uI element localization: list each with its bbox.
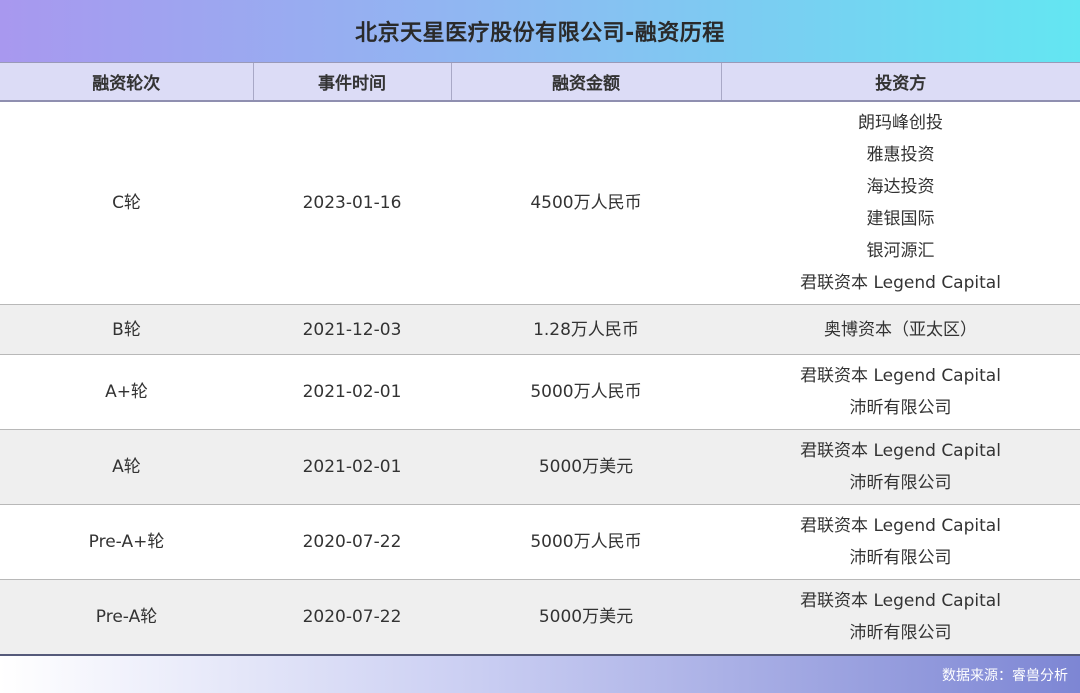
investor-name: 君联资本 Legend Capital — [800, 366, 1001, 386]
investor-name: 君联资本 Legend Capital — [800, 441, 1001, 461]
investor-name: 建银国际 — [866, 208, 935, 229]
title-bar: 北京天星医疗股份有限公司-融资历程 — [0, 0, 1080, 62]
cell-amount: 5000万美元 — [451, 579, 721, 655]
cell-amount: 1.28万人民币 — [451, 304, 721, 355]
header-amount: 融资金额 — [450, 62, 721, 102]
financing-history-page: 北京天星医疗股份有限公司-融资历程 融资轮次 事件时间 融资金额 投资方 C轮 … — [0, 0, 1080, 693]
cell-round: C轮 — [0, 100, 253, 305]
cell-investors: 奥博资本（亚太区） — [721, 304, 1080, 355]
investor-name: 沛昕有限公司 — [849, 548, 952, 568]
cell-investors: 君联资本 Legend Capital 沛昕有限公司 — [721, 354, 1080, 430]
investor-name: 朗玛峰创投 — [858, 112, 943, 133]
cell-amount: 5000万美元 — [451, 429, 721, 505]
table-row: A轮 2021-02-01 5000万美元 君联资本 Legend Capita… — [0, 429, 1080, 505]
cell-date: 2021-02-01 — [253, 354, 451, 430]
cell-amount: 5000万人民币 — [451, 354, 721, 430]
cell-round: Pre-A+轮 — [0, 504, 253, 580]
cell-date: 2021-12-03 — [253, 304, 451, 355]
cell-date: 2020-07-22 — [253, 504, 451, 580]
cell-date: 2020-07-22 — [253, 579, 451, 655]
cell-date: 2023-01-16 — [253, 100, 451, 305]
investor-name: 海达投资 — [866, 176, 935, 197]
page-title: 北京天星医疗股份有限公司-融资历程 — [355, 21, 725, 46]
cell-amount: 4500万人民币 — [451, 100, 721, 305]
investor-name: 君联资本 Legend Capital — [800, 516, 1001, 536]
table-row: B轮 2021-12-03 1.28万人民币 奥博资本（亚太区） — [0, 304, 1080, 355]
cell-investors: 朗玛峰创投 雅惠投资 海达投资 建银国际 银河源汇 君联资本 Legend Ca… — [721, 100, 1080, 305]
header-round: 融资轮次 — [0, 62, 253, 102]
investor-name: 君联资本 Legend Capital — [800, 272, 1001, 293]
cell-round: A+轮 — [0, 354, 253, 430]
header-date: 事件时间 — [252, 62, 451, 102]
cell-amount: 5000万人民币 — [451, 504, 721, 580]
table-row: A+轮 2021-02-01 5000万人民币 君联资本 Legend Capi… — [0, 354, 1080, 430]
table-row: Pre-A轮 2020-07-22 5000万美元 君联资本 Legend Ca… — [0, 579, 1080, 655]
investor-name: 沛昕有限公司 — [849, 623, 952, 643]
data-source-note: 数据来源：睿兽分析 — [942, 667, 1068, 684]
cell-investors: 君联资本 Legend Capital 沛昕有限公司 — [721, 429, 1080, 505]
cell-round: B轮 — [0, 304, 253, 355]
investor-name: 沛昕有限公司 — [849, 398, 952, 418]
table-header-row: 融资轮次 事件时间 融资金额 投资方 — [0, 62, 1080, 102]
investor-name: 奥博资本（亚太区） — [824, 319, 977, 340]
header-investors: 投资方 — [720, 62, 1080, 102]
investor-name: 沛昕有限公司 — [849, 473, 952, 493]
cell-round: Pre-A轮 — [0, 579, 253, 655]
table-row: C轮 2023-01-16 4500万人民币 朗玛峰创投 雅惠投资 海达投资 建… — [0, 100, 1080, 305]
investor-name: 君联资本 Legend Capital — [800, 591, 1001, 611]
financing-table: 融资轮次 事件时间 融资金额 投资方 C轮 2023-01-16 4500万人民… — [0, 62, 1080, 655]
footer-bar: 数据来源：睿兽分析 — [0, 654, 1080, 693]
table-row: Pre-A+轮 2020-07-22 5000万人民币 君联资本 Legend … — [0, 504, 1080, 580]
cell-investors: 君联资本 Legend Capital 沛昕有限公司 — [721, 504, 1080, 580]
investor-name: 银河源汇 — [866, 240, 935, 261]
investor-name: 雅惠投资 — [866, 144, 935, 165]
cell-investors: 君联资本 Legend Capital 沛昕有限公司 — [721, 579, 1080, 655]
cell-date: 2021-02-01 — [253, 429, 451, 505]
cell-round: A轮 — [0, 429, 253, 505]
